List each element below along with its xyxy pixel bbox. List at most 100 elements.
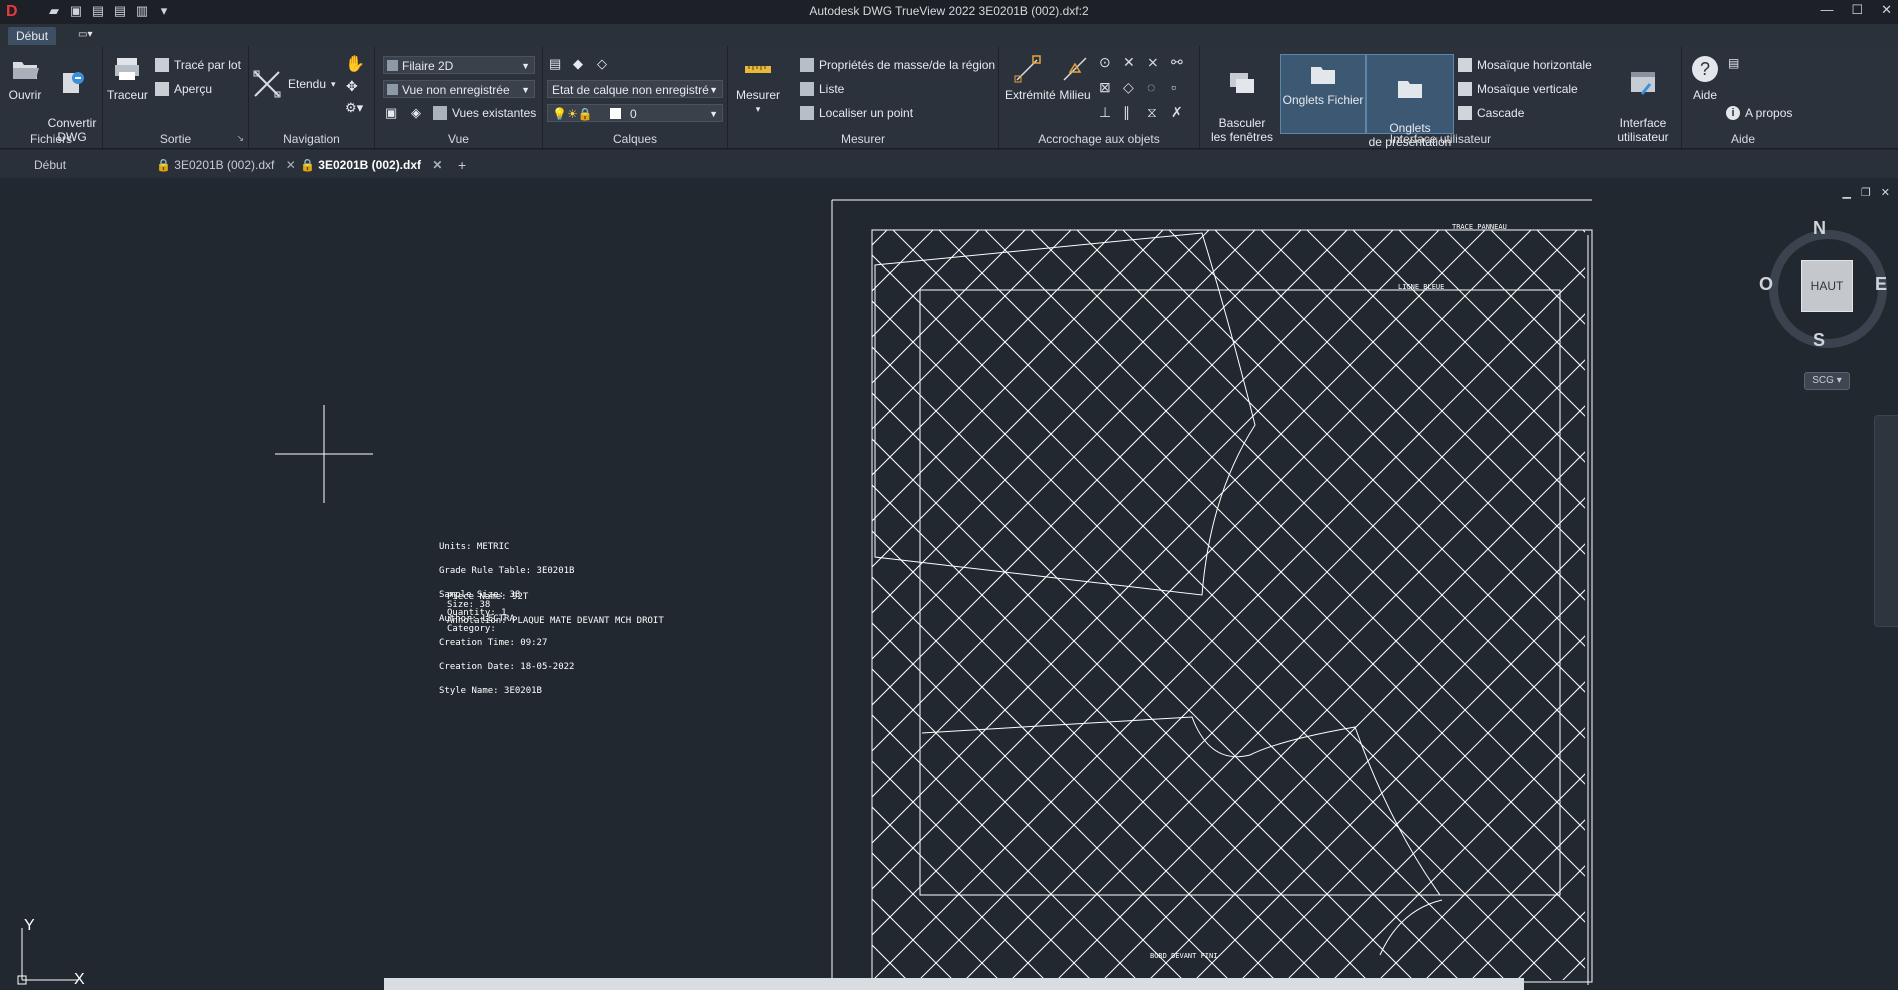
layer-properties-icon[interactable]: ▤ (549, 56, 561, 72)
etendu-dropdown-icon[interactable]: ▾ (331, 79, 336, 90)
onglets-fichier-button[interactable]: Onglets Fichier (1280, 54, 1366, 134)
tangent-snap-icon[interactable]: ◌ (1147, 79, 1171, 96)
cascade-button[interactable]: Cascade (1458, 106, 1524, 120)
endpoint-snap-icon (1014, 55, 1041, 83)
new-tab-button[interactable]: + (458, 156, 466, 174)
localiser-point-button[interactable]: Localiser un point (800, 106, 913, 120)
viewport-minimize-icon[interactable]: ▁ (1842, 186, 1850, 199)
maximize-button[interactable]: ☐ (1851, 2, 1863, 18)
panel-label-aide: Aide (1730, 132, 1756, 146)
viewcube-face[interactable]: HAUT (1801, 260, 1853, 312)
liste-button[interactable]: Liste (800, 82, 844, 96)
mesurer-button[interactable]: Mesurer ▾ (734, 54, 782, 116)
grid-line (872, 230, 888, 246)
milieu-button[interactable]: Milieu (1055, 54, 1095, 102)
pan-icon[interactable]: ✋ (345, 54, 365, 74)
node-snap-icon[interactable]: ⊠ (1099, 79, 1123, 96)
grid-line (872, 622, 1230, 980)
window-controls: — ☐ ✕ (1820, 2, 1892, 18)
quadrant-snap-icon[interactable]: ◇ (1123, 79, 1147, 96)
panel-accrochage: Extrémité Milieu ⊙ ✕ ⨯ ⚯ ⊠ ◇ ◌ ▫ ⊥ ∥ ⧖ ✗… (999, 46, 1200, 148)
onglets-presentation-button[interactable]: Onglets de présentation (1366, 54, 1454, 149)
close-tab-icon[interactable]: ✕ (286, 158, 296, 172)
grid-line (938, 230, 1585, 877)
compass-west[interactable]: O (1759, 274, 1773, 295)
mosaique-verticale-button[interactable]: Mosaïque verticale (1458, 82, 1578, 96)
perpendicular-snap-icon[interactable]: ⊥ (1099, 104, 1123, 121)
command-line[interactable] (384, 978, 1524, 990)
orbit-icon[interactable]: ✥ (346, 78, 358, 95)
ribbon-minimize-icon[interactable]: ▭▾ (70, 27, 100, 42)
layer-combo[interactable]: 💡☀🔒 0 ▼ (547, 104, 723, 122)
minimize-button[interactable]: — (1820, 2, 1833, 18)
grid-line (872, 760, 1092, 980)
milieu-label: Milieu (1059, 88, 1091, 102)
layer-match-icon[interactable]: ◇ (597, 56, 607, 72)
traceur-button[interactable]: Traceur (107, 54, 148, 102)
ouvrir-button[interactable]: Ouvrir (6, 54, 44, 102)
doc-tab-file-2[interactable]: 🔒 3E0201B (002).dxf ✕ (300, 156, 442, 174)
mesurer-dropdown-icon[interactable]: ▾ (734, 102, 782, 116)
close-button[interactable]: ✕ (1881, 2, 1892, 18)
extremite-button[interactable]: Extrémité (1005, 54, 1056, 102)
cube-iso-icon[interactable]: ◈ (411, 105, 421, 121)
info-line: Grade Rule Table: 3E0201B (439, 566, 575, 576)
steering-wheel-icon[interactable]: ⚙▾ (345, 100, 363, 116)
panel-launcher-icon[interactable]: ↘ (236, 133, 244, 144)
named-view-combo[interactable]: Vue non enregistrée ▼ (383, 80, 535, 98)
aide-button[interactable]: ? Aide (1686, 54, 1724, 102)
help-toc-icon[interactable]: ▤ (1728, 56, 1739, 70)
panel-sortie: Traceur Tracé par lot Aperçu Sortie ↘ (103, 46, 249, 148)
ucs-menu[interactable]: SCG ▾ (1804, 372, 1850, 390)
compass-north[interactable]: N (1813, 218, 1826, 239)
interface-utilisateur-button[interactable]: Interface utilisateur (1612, 54, 1674, 144)
panel-label-calques: Calques (612, 132, 658, 146)
layer-state-icon[interactable]: ◆ (573, 56, 583, 72)
apercu-label: Aperçu (174, 82, 213, 96)
folder-open-icon (13, 62, 39, 79)
doc-tab-debut[interactable]: Début (34, 156, 144, 174)
file-tabs-icon (1311, 67, 1335, 84)
intersection-snap-icon[interactable]: ✕ (1123, 54, 1147, 71)
basculer-fenetres-button[interactable]: Basculer les fenêtres (1210, 54, 1274, 144)
panel-label-vue: Vue (448, 132, 469, 146)
plotter-icon (115, 58, 139, 80)
viewport-close-icon[interactable]: ✕ (1881, 186, 1890, 199)
convertir-dwg-button[interactable]: Convertir DWG (46, 54, 98, 144)
close-tab-icon[interactable]: ✕ (432, 158, 442, 172)
grid-line (1332, 727, 1585, 980)
layer-state-combo[interactable]: Etat de calque non enregistré ▼ (547, 80, 723, 98)
viewcube[interactable]: N S E O HAUT (1759, 218, 1887, 350)
vues-existantes-button[interactable]: Vues existantes (433, 106, 536, 120)
panel-aide: ? Aide ▤ i A propos Aide (1682, 46, 1804, 148)
trace-par-lot-button[interactable]: Tracé par lot (155, 58, 241, 72)
nearest-snap-icon[interactable]: ⧖ (1147, 104, 1171, 121)
mosaique-horizontale-button[interactable]: Mosaïque horizontale (1458, 58, 1592, 72)
doc-tab-file-1[interactable]: 🔒 3E0201B (002).dxf ✕ (156, 156, 296, 174)
grid-line (1470, 865, 1585, 980)
snap-settings-icon[interactable]: ⚯ (1171, 54, 1195, 71)
etendu-button[interactable]: Etendu ▾ (251, 68, 336, 100)
proprietes-masse-button[interactable]: Propriétés de masse/de la région (800, 58, 995, 72)
compass-east[interactable]: E (1875, 274, 1887, 295)
a-propos-button[interactable]: i A propos (1726, 106, 1792, 120)
mosaique-h-label: Mosaïque horizontale (1477, 58, 1592, 72)
viewport-restore-icon[interactable]: ❐ (1861, 186, 1871, 199)
piece-contour-lower (921, 716, 1441, 896)
insertion-snap-icon[interactable]: ▫ (1171, 79, 1195, 96)
document-tabs: Début 🔒 3E0201B (002).dxf ✕ 🔒 3E0201B (0… (0, 150, 1898, 178)
center-snap-icon[interactable]: ⊙ (1099, 54, 1123, 71)
visual-style-combo[interactable]: Filaire 2D ▼ (383, 56, 535, 74)
cascade-icon (1458, 106, 1472, 120)
info-line: Creation Date: 18-05-2022 (439, 662, 575, 672)
tile-vertical-icon (1458, 82, 1472, 96)
compass-south[interactable]: S (1813, 330, 1825, 351)
navigation-bar[interactable] (1874, 415, 1898, 627)
parallel-snap-icon[interactable]: ∥ (1123, 104, 1147, 121)
apercu-button[interactable]: Aperçu (155, 82, 212, 96)
cube-view-icon[interactable]: ▣ (385, 105, 397, 121)
tab-debut[interactable]: Début (8, 27, 57, 45)
apparent-intersection-icon[interactable]: ⨯ (1147, 54, 1171, 71)
snap-clear-icon[interactable]: ✗ (1171, 104, 1195, 121)
visual-style-value: Filaire 2D (402, 59, 454, 73)
